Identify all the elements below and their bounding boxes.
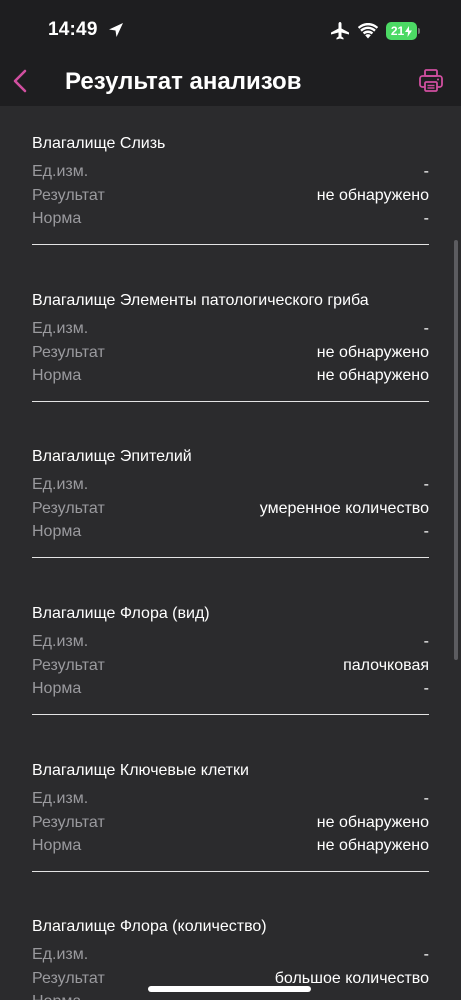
unit-value: -: [423, 476, 429, 493]
norm-label: Норма: [32, 993, 81, 1000]
result-value: не обнаружено: [316, 187, 429, 204]
page-title: Результат анализов: [65, 68, 302, 95]
unit-label: Ед.изм.: [32, 946, 89, 963]
result-item: Влагалище Элементы патологического гриба…: [32, 265, 429, 402]
unit-value: -: [423, 163, 429, 180]
norm-label: Норма: [32, 367, 82, 384]
chevron-left-icon: [13, 69, 27, 93]
result-label: Результат: [32, 970, 105, 987]
norm-label: Норма: [32, 680, 82, 697]
norm-value: -: [424, 993, 429, 1000]
divider: [32, 401, 429, 402]
norm-label: Норма: [32, 837, 82, 854]
result-item: Влагалище Эпителий Ед.изм. - Результат у…: [32, 421, 429, 558]
printer-icon: [419, 69, 443, 92]
wifi-icon: [357, 22, 379, 44]
location-arrow-icon: [108, 22, 124, 43]
divider: [32, 714, 429, 715]
result-value: палочковая: [343, 657, 429, 674]
result-item: Влагалище Ключевые клетки Ед.изм. - Резу…: [32, 735, 429, 872]
norm-value: -: [423, 523, 429, 540]
divider: [32, 871, 429, 872]
result-title: Влагалище Флора (вид): [32, 605, 210, 622]
result-value: не обнаружено: [316, 344, 429, 361]
result-value: умеренное количество: [259, 500, 429, 517]
result-title: Влагалище Элементы патологического гриба: [32, 292, 369, 309]
norm-value: -: [423, 680, 429, 697]
unit-value: -: [423, 790, 429, 807]
norm-value: -: [423, 210, 429, 227]
divider: [32, 557, 429, 558]
print-button[interactable]: [417, 67, 445, 95]
airplane-icon: [330, 22, 350, 45]
unit-label: Ед.изм.: [32, 790, 89, 807]
result-item: Влагалище Флора (количество) Ед.изм. - Р…: [32, 891, 429, 1000]
unit-value: -: [423, 320, 429, 337]
unit-label: Ед.изм.: [32, 320, 89, 337]
unit-label: Ед.изм.: [32, 163, 89, 180]
unit-label: Ед.изм.: [32, 476, 89, 493]
result-title: Влагалище Флора (количество): [32, 918, 267, 935]
battery-charging-icon: 21: [386, 22, 417, 40]
scrollbar[interactable]: [454, 240, 458, 660]
unit-label: Ед.изм.: [32, 633, 89, 650]
norm-value: не обнаружено: [316, 837, 429, 854]
result-title: Влагалище Эпителий: [32, 448, 192, 465]
result-title: Влагалище Ключевые клетки: [32, 762, 249, 779]
battery-cap: [418, 28, 420, 34]
result-label: Результат: [32, 500, 105, 517]
back-button[interactable]: [8, 66, 36, 98]
results-list[interactable]: Влагалище Слизь Ед.изм. - Результат не о…: [0, 106, 461, 1000]
divider: [32, 244, 429, 245]
status-time: 14:49: [48, 19, 98, 40]
result-item: Влагалище Флора (вид) Ед.изм. - Результа…: [32, 578, 429, 715]
result-label: Результат: [32, 814, 105, 831]
result-value: не обнаружено: [316, 814, 429, 831]
norm-value: не обнаружено: [316, 367, 429, 384]
unit-value: -: [423, 946, 429, 963]
unit-value: -: [423, 633, 429, 650]
norm-label: Норма: [32, 210, 82, 227]
battery-level: 21: [390, 24, 405, 38]
nav-bar: Результат анализов: [0, 60, 461, 106]
result-item: Влагалище Слизь Ед.изм. - Результат не о…: [32, 108, 429, 245]
result-label: Результат: [32, 344, 105, 361]
result-title: Влагалище Слизь: [32, 135, 166, 152]
norm-label: Норма: [32, 523, 82, 540]
status-bar: 14:49 21: [0, 0, 461, 60]
result-label: Результат: [32, 187, 105, 204]
home-indicator[interactable]: [148, 986, 311, 992]
result-label: Результат: [32, 657, 105, 674]
